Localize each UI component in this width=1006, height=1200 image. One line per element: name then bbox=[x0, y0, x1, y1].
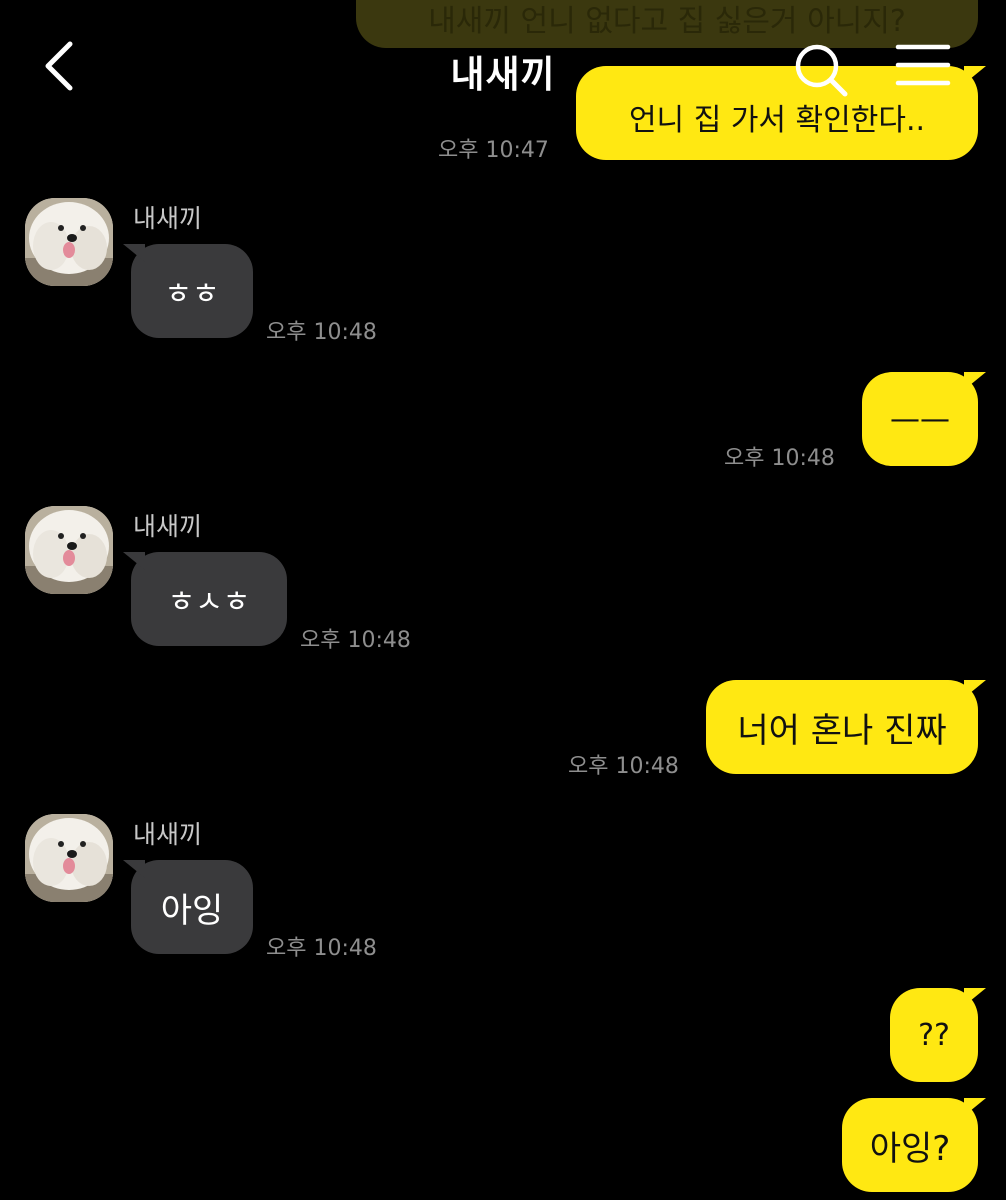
menu-icon bbox=[895, 44, 951, 86]
message-bubble-mine[interactable]: ?? bbox=[890, 988, 986, 1082]
dog-avatar-icon bbox=[25, 198, 113, 286]
sender-name: 내새끼 bbox=[133, 204, 203, 233]
message-text: ?? bbox=[918, 1017, 950, 1053]
message-text: ㅎㅎ bbox=[164, 277, 220, 312]
back-button[interactable] bbox=[36, 38, 88, 94]
dog-avatar-icon bbox=[25, 506, 113, 594]
message-timestamp: 오후 10:48 bbox=[266, 320, 377, 345]
message-bubble-theirs[interactable]: ㅎㅎ bbox=[123, 244, 253, 338]
search-button[interactable] bbox=[792, 40, 852, 100]
message-bubble-theirs[interactable]: ㅎㅅㅎ bbox=[123, 552, 287, 646]
message-bubble-theirs[interactable]: 아잉 bbox=[123, 860, 253, 954]
dog-avatar-icon bbox=[25, 814, 113, 902]
message-bubble-mine[interactable]: 아잉? bbox=[842, 1098, 986, 1192]
message-text: 언니 집 가서 확인한다.. bbox=[628, 103, 926, 138]
chevron-left-icon bbox=[45, 41, 73, 91]
message-text: 아잉? bbox=[869, 1128, 951, 1169]
avatar[interactable] bbox=[25, 198, 113, 286]
search-icon bbox=[795, 44, 848, 97]
message-text: 너어 혼나 진짜 bbox=[737, 710, 947, 751]
message-timestamp: 오후 10:47 bbox=[438, 138, 549, 163]
avatar[interactable] bbox=[25, 814, 113, 902]
message-timestamp: 오후 10:48 bbox=[300, 628, 411, 653]
message-timestamp: 오후 10:48 bbox=[568, 754, 679, 779]
sender-name: 내새끼 bbox=[133, 512, 203, 541]
message-text: —— bbox=[890, 401, 950, 437]
menu-button[interactable] bbox=[894, 42, 954, 92]
message-text: 내새끼 언니 없다고 집 싫은거 아니지? bbox=[428, 4, 906, 39]
sender-name: 내새끼 bbox=[133, 820, 203, 849]
message-bubble-mine[interactable]: 너어 혼나 진짜 bbox=[706, 680, 986, 774]
message-text: ㅎㅅㅎ bbox=[167, 585, 251, 620]
message-bubble-mine[interactable]: —— bbox=[862, 372, 986, 466]
message-text: 아잉 bbox=[160, 890, 224, 931]
message-timestamp: 오후 10:48 bbox=[266, 936, 377, 961]
chat-title: 내새끼 bbox=[450, 53, 556, 96]
message-bubble-mine[interactable]: 내새끼 언니 없다고 집 싫은거 아니지? bbox=[356, 0, 978, 48]
avatar[interactable] bbox=[25, 506, 113, 594]
message-timestamp: 오후 10:48 bbox=[724, 446, 835, 471]
